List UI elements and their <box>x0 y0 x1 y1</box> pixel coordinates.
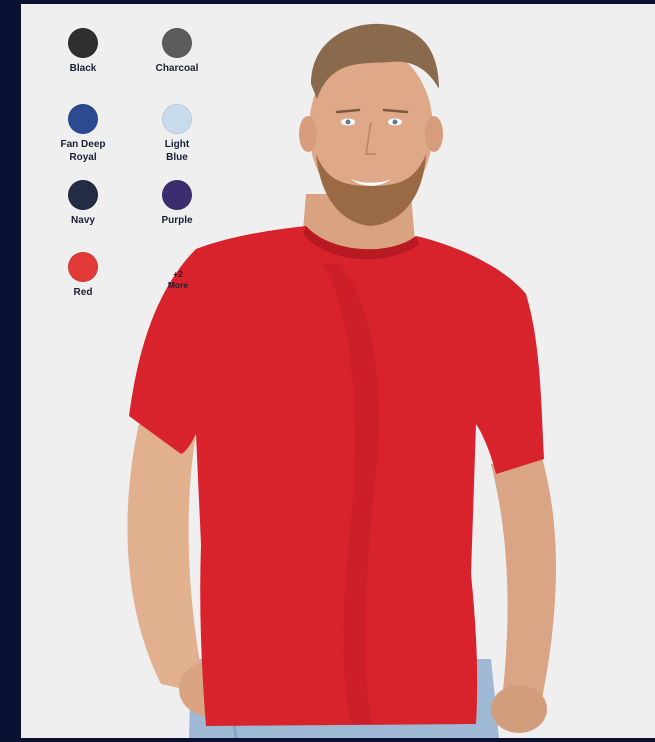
swatch-black[interactable]: Black <box>45 28 121 75</box>
product-image-panel: Black Charcoal Fan Deep Royal Light Blue… <box>21 4 655 738</box>
swatch-circle[interactable] <box>68 28 98 58</box>
swatch-purple[interactable]: Purple <box>139 180 215 227</box>
swatch-label: Fan Deep Royal <box>60 139 106 163</box>
swatch-light-blue[interactable]: Light Blue <box>139 104 215 164</box>
swatch-circle[interactable] <box>162 104 192 134</box>
more-colors-link[interactable]: +2 More <box>158 269 198 291</box>
swatch-circle[interactable] <box>162 180 192 210</box>
swatch-label: Light Blue <box>164 139 190 163</box>
color-swatch-list: Black Charcoal Fan Deep Royal Light Blue… <box>21 4 241 304</box>
more-label: More <box>167 280 189 290</box>
swatch-label: Black <box>69 63 97 74</box>
swatch-label: Purple <box>161 215 193 226</box>
swatch-circle[interactable] <box>68 252 98 282</box>
swatch-label: Charcoal <box>155 63 199 74</box>
swatch-fan-deep-royal[interactable]: Fan Deep Royal <box>45 104 121 164</box>
swatch-red[interactable]: Red <box>45 252 121 299</box>
swatch-label: Red <box>73 287 93 298</box>
swatch-circle[interactable] <box>68 104 98 134</box>
swatch-charcoal[interactable]: Charcoal <box>139 28 215 75</box>
swatch-circle[interactable] <box>68 180 98 210</box>
swatch-navy[interactable]: Navy <box>45 180 121 227</box>
swatch-circle[interactable] <box>162 28 192 58</box>
swatch-label: Navy <box>71 215 95 226</box>
more-count: +2 <box>173 269 183 279</box>
